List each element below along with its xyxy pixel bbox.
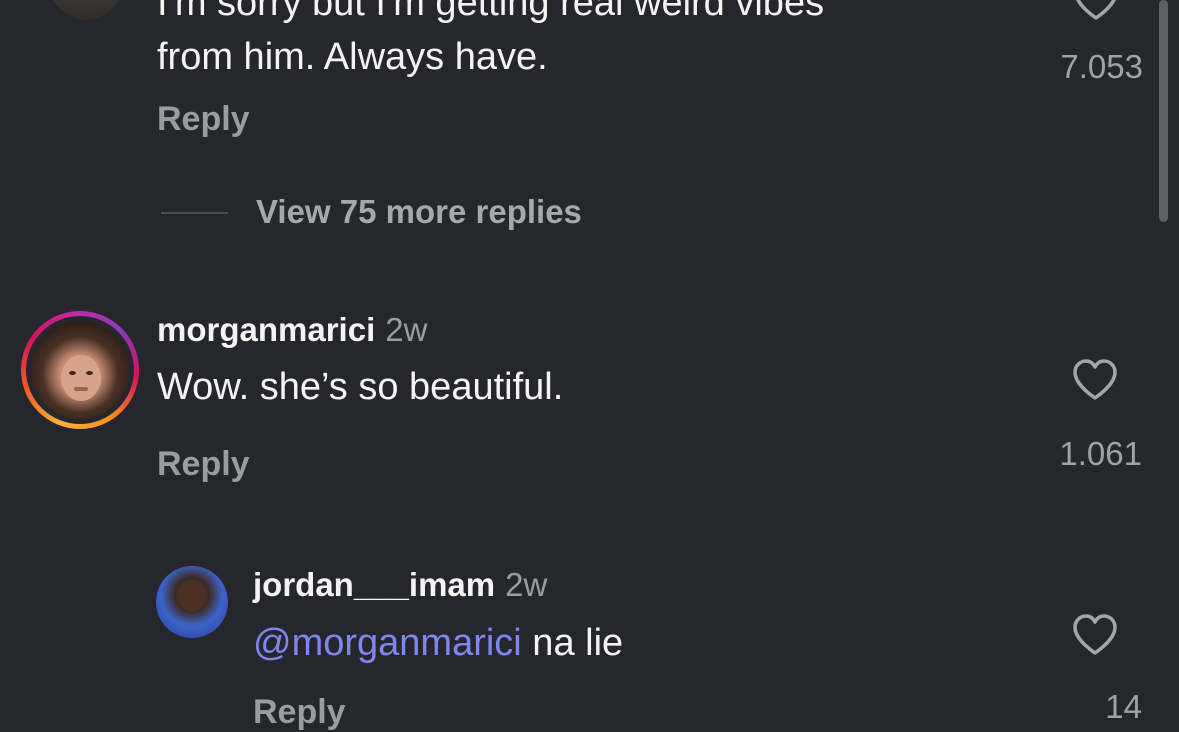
comment-header: morganmarici 2w xyxy=(157,311,427,349)
username[interactable]: morganmarici xyxy=(157,311,375,348)
like-count: 7.053 xyxy=(1060,48,1143,85)
comment-text: @morganmarici na lie xyxy=(253,622,623,665)
like-count: 1.061 xyxy=(1059,435,1142,472)
comment-text: Wow. she’s so beautiful. xyxy=(157,366,564,408)
replies-divider xyxy=(161,212,228,214)
like-button[interactable] xyxy=(1071,613,1119,662)
like-count: 14 xyxy=(1105,688,1142,725)
timestamp: 2w xyxy=(505,566,548,603)
avatar xyxy=(31,321,129,419)
heart-outline-icon xyxy=(1073,614,1117,655)
avatar[interactable] xyxy=(156,566,228,638)
username[interactable]: jordan___imam xyxy=(253,566,495,603)
avatar[interactable] xyxy=(40,0,132,20)
like-button[interactable] xyxy=(1071,358,1119,407)
mention-link[interactable]: @morganmarici xyxy=(253,622,522,664)
view-more-replies-button[interactable]: View 75 more replies xyxy=(256,193,582,231)
comment-body: na lie xyxy=(521,622,624,664)
comment-text: I'm sorry but I'm getting real weird vib… xyxy=(157,0,825,78)
heart-outline-icon xyxy=(1076,0,1116,20)
reply-button[interactable]: Reply xyxy=(253,693,346,732)
like-button[interactable] xyxy=(1072,0,1120,27)
heart-outline-icon xyxy=(1073,359,1117,400)
timestamp: 2w xyxy=(385,311,428,348)
comment-header: jordan___imam 2w xyxy=(253,566,547,604)
reply-button[interactable]: Reply xyxy=(157,100,250,139)
story-ring[interactable] xyxy=(21,311,139,429)
reply-button[interactable]: Reply xyxy=(157,445,250,484)
scrollbar[interactable] xyxy=(1159,0,1168,222)
